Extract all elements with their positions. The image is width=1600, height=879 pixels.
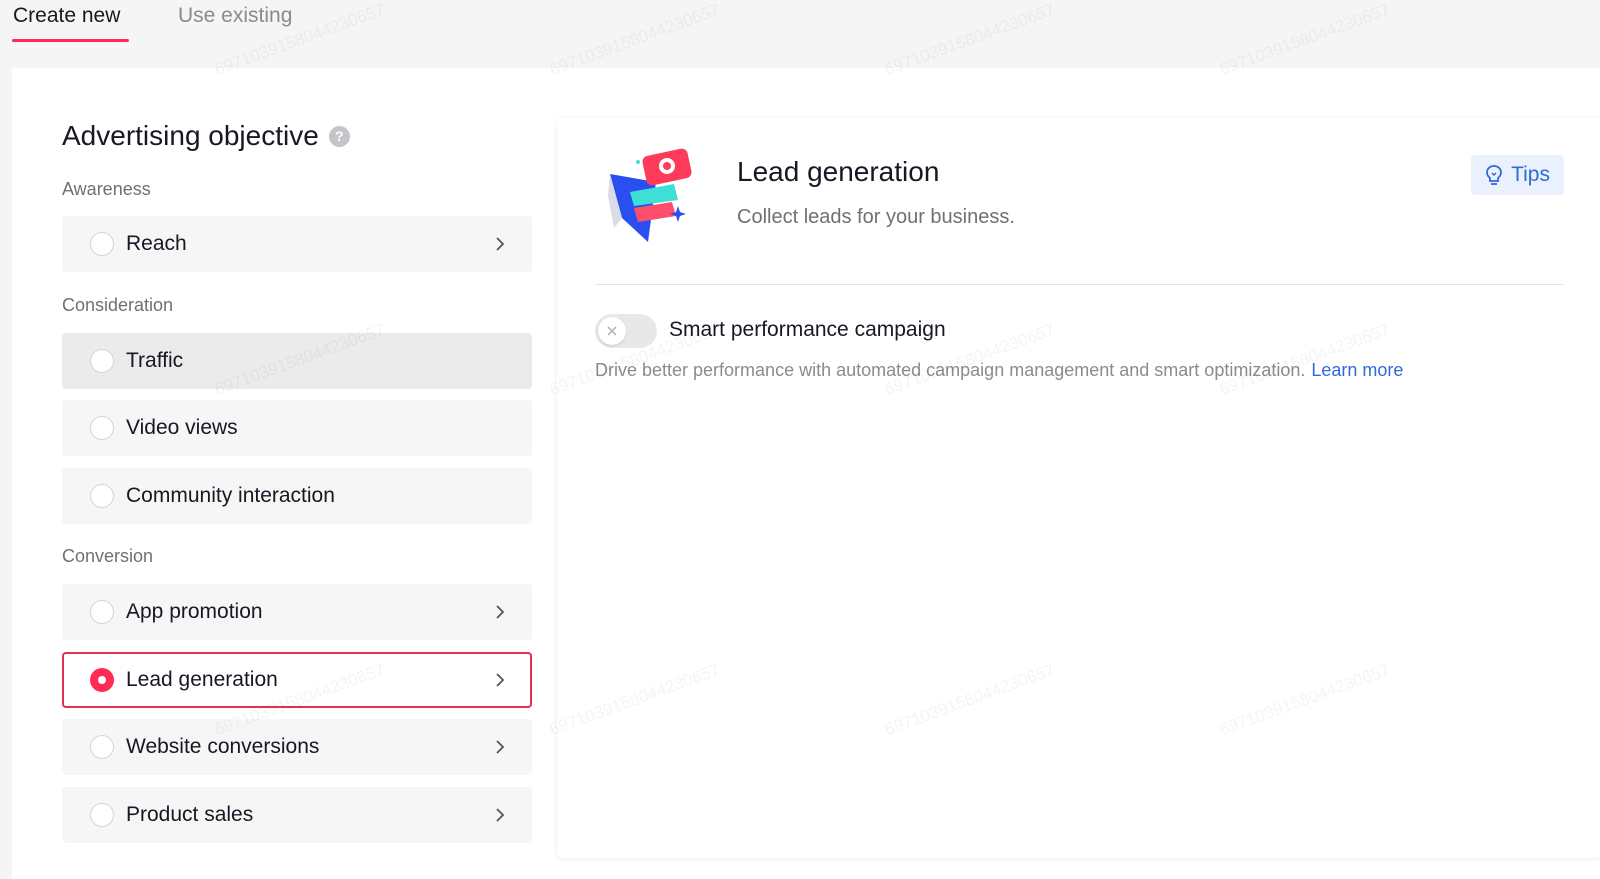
option-label: Traffic bbox=[126, 349, 184, 372]
objective-option-product-sales[interactable]: Product sales bbox=[62, 787, 532, 843]
tab-bar: Create new Use existing bbox=[0, 0, 1600, 68]
tab-create-new[interactable]: Create new bbox=[13, 4, 120, 28]
radio-button[interactable] bbox=[90, 803, 114, 827]
objective-option-app-promotion[interactable]: App promotion bbox=[62, 584, 532, 640]
learn-more-link[interactable]: Learn more bbox=[1311, 360, 1403, 380]
tab-use-existing[interactable]: Use existing bbox=[178, 4, 292, 28]
option-label: App promotion bbox=[126, 600, 263, 623]
question-circle-icon[interactable]: ? bbox=[328, 125, 350, 147]
smart-performance-description-text: Drive better performance with automated … bbox=[595, 360, 1306, 380]
smart-performance-description: Drive better performance with automated … bbox=[595, 360, 1403, 381]
toggle-knob bbox=[598, 317, 626, 345]
chevron-right-icon bbox=[492, 604, 508, 620]
main-panel: Advertising objective ? Awareness Reach … bbox=[12, 68, 1600, 879]
objective-option-lead-generation[interactable]: Lead generation bbox=[62, 652, 532, 708]
option-label: Community interaction bbox=[126, 484, 335, 507]
group-label-consideration: Consideration bbox=[62, 295, 174, 315]
radio-button[interactable] bbox=[90, 735, 114, 759]
radio-button[interactable] bbox=[90, 484, 114, 508]
group-label-conversion: Conversion bbox=[62, 546, 154, 566]
chevron-right-icon bbox=[492, 672, 508, 688]
objective-title-text: Advertising objective bbox=[62, 120, 319, 151]
radio-button[interactable] bbox=[90, 600, 114, 624]
detail-description: Collect leads for your business. bbox=[737, 206, 1015, 228]
option-label: Lead generation bbox=[126, 668, 278, 691]
smart-performance-label: Smart performance campaign bbox=[669, 318, 946, 341]
radio-button[interactable] bbox=[90, 232, 114, 256]
objective-option-video-views[interactable]: Video views bbox=[62, 400, 532, 456]
lead-generation-illustration-icon bbox=[608, 148, 692, 242]
objective-title: Advertising objective ? bbox=[62, 120, 350, 152]
radio-button[interactable] bbox=[90, 416, 114, 440]
objective-option-community-interaction[interactable]: Community interaction bbox=[62, 468, 532, 524]
radio-button[interactable] bbox=[90, 349, 114, 373]
option-label: Video views bbox=[126, 416, 238, 439]
option-label: Product sales bbox=[126, 803, 254, 826]
tips-button[interactable]: Tips bbox=[1471, 155, 1564, 195]
chevron-right-icon bbox=[492, 236, 508, 252]
close-icon bbox=[607, 326, 617, 336]
option-label: Reach bbox=[126, 232, 187, 255]
objective-option-traffic[interactable]: Traffic bbox=[62, 333, 532, 389]
active-tab-underline bbox=[12, 39, 129, 42]
objective-detail-card: Lead generation Collect leads for your b… bbox=[557, 118, 1600, 858]
option-label: Website conversions bbox=[126, 735, 320, 758]
detail-title: Lead generation bbox=[737, 156, 940, 187]
objective-column: Advertising objective ? Awareness Reach … bbox=[12, 68, 557, 879]
objective-option-reach[interactable]: Reach bbox=[62, 216, 532, 272]
chevron-right-icon bbox=[492, 807, 508, 823]
chevron-right-icon bbox=[492, 739, 508, 755]
objective-option-website-conversions[interactable]: Website conversions bbox=[62, 719, 532, 775]
radio-button-selected[interactable] bbox=[90, 668, 114, 692]
divider bbox=[595, 284, 1564, 285]
lightbulb-icon bbox=[1486, 165, 1502, 185]
smart-performance-toggle[interactable] bbox=[595, 314, 657, 348]
tips-label: Tips bbox=[1511, 163, 1550, 186]
group-label-awareness: Awareness bbox=[62, 179, 151, 199]
